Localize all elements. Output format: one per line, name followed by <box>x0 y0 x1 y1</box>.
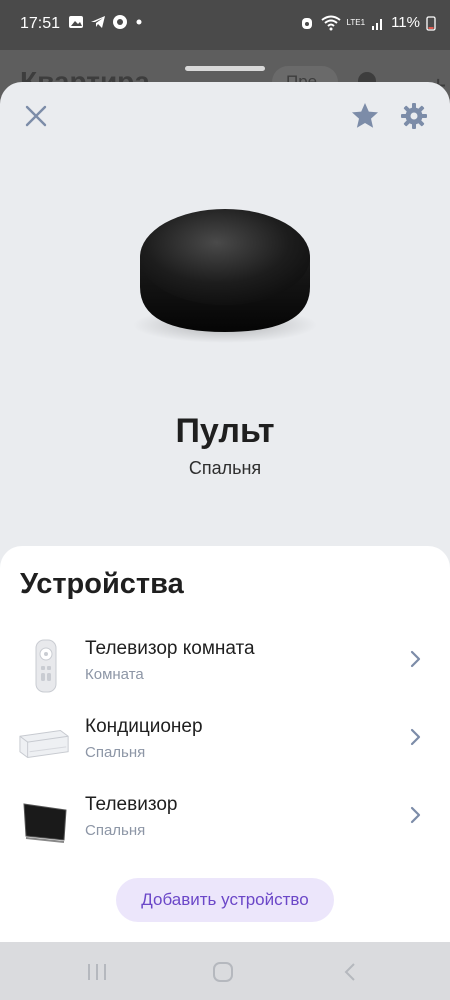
close-icon <box>25 105 47 127</box>
device-row-room: Комната <box>85 666 144 683</box>
device-row-room: Спальня <box>85 822 146 839</box>
sheet-grabber[interactable] <box>185 66 265 71</box>
devices-panel: Устройства Телевизор комната Комната Кон… <box>0 546 450 942</box>
close-button[interactable] <box>20 100 52 132</box>
device-row-tv-room[interactable]: Телевизор комната Комната <box>0 634 450 704</box>
device-row-air-conditioner[interactable]: Кондиционер Спальня <box>0 712 450 782</box>
tv-icon <box>23 803 67 843</box>
device-row-name: Телевизор комната <box>85 638 255 659</box>
alarm-icon <box>301 17 312 29</box>
signal-icon <box>372 18 383 30</box>
chevron-right-icon <box>410 650 421 668</box>
network-label: LTE1 <box>346 18 366 27</box>
air-conditioner-icon <box>19 729 69 759</box>
recent-apps-icon[interactable] <box>86 962 108 982</box>
device-title: Пульт <box>175 412 275 450</box>
device-row-name: Кондиционер <box>85 716 203 737</box>
ir-remote-hub-image <box>133 209 317 343</box>
device-sheet: Пульт Спальня Устройства Телевизор комна… <box>0 82 450 942</box>
gallery-icon <box>69 16 83 28</box>
wifi-icon <box>320 15 341 30</box>
favorite-button[interactable] <box>349 100 381 132</box>
add-device-button[interactable]: Добавить устройство <box>116 878 334 922</box>
star-icon <box>352 103 378 128</box>
device-room: Спальня <box>188 458 262 478</box>
device-row-room: Спальня <box>85 744 146 761</box>
chevron-right-icon <box>410 806 421 824</box>
device-row-tv[interactable]: Телевизор Спальня <box>0 790 450 860</box>
system-nav-bar <box>0 942 450 1000</box>
telegram-icon <box>91 16 105 28</box>
status-bar: 17:51 LTE1 11% <box>0 0 450 50</box>
dot-icon <box>136 19 142 25</box>
battery-percent: 11% <box>391 14 420 31</box>
settings-button[interactable] <box>398 100 430 132</box>
chevron-right-icon <box>410 728 421 746</box>
tv-remote-icon <box>35 639 57 693</box>
back-icon[interactable] <box>340 961 360 983</box>
status-time: 17:51 <box>20 15 61 32</box>
record-icon <box>113 15 127 29</box>
devices-section-title: Устройства <box>20 568 184 600</box>
device-row-name: Телевизор <box>85 794 178 815</box>
home-icon[interactable] <box>212 961 234 983</box>
gear-icon <box>401 103 427 129</box>
battery-icon <box>426 15 436 31</box>
